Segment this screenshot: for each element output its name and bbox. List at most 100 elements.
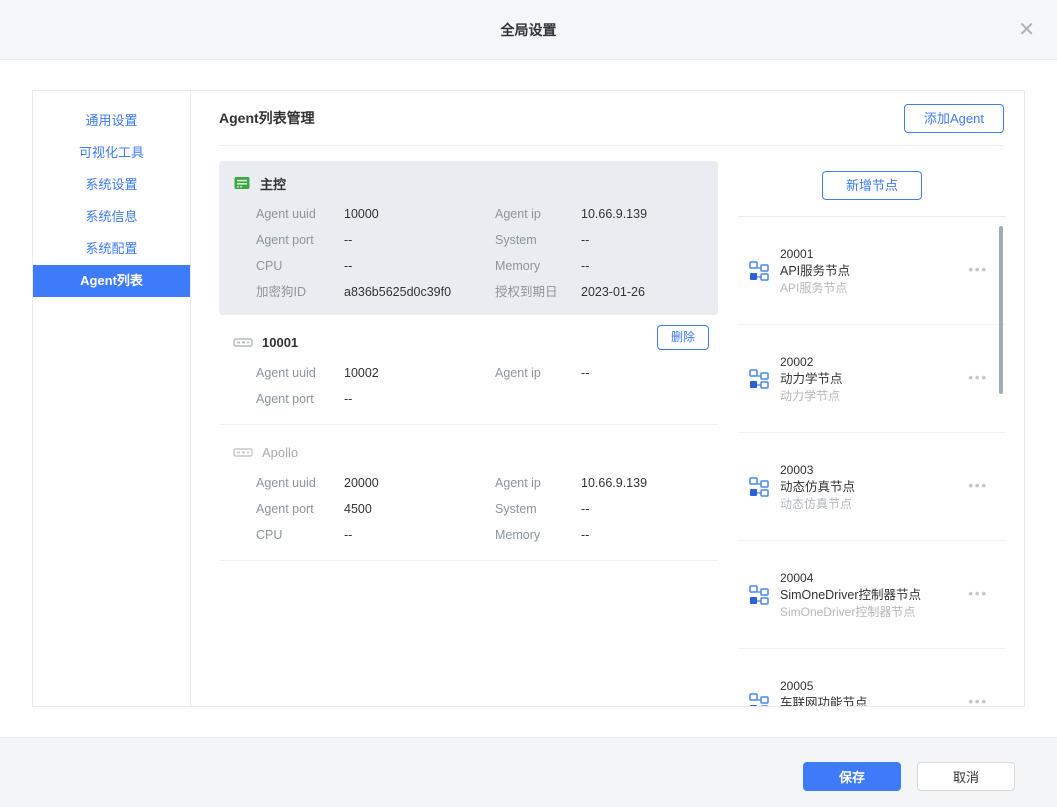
agent-card-title-row: Apollo (233, 442, 718, 462)
field-value: 2023-01-26 (581, 279, 704, 305)
agent-card-master[interactable]: 主控 Agent uuid 10000 Agent ip 10.66.9.139… (219, 161, 718, 315)
more-menu-icon[interactable]: ••• (968, 478, 988, 493)
node-desc: 动态仿真节点 (780, 497, 972, 512)
field-label: System (495, 227, 581, 253)
save-button[interactable]: 保存 (803, 762, 901, 791)
more-menu-icon[interactable]: ••• (968, 586, 988, 601)
agent-icon (233, 333, 253, 351)
field-label: Agent port (256, 496, 344, 522)
node-desc: API服务节点 (780, 281, 972, 296)
sidebar-item-visualization-tools[interactable]: 可视化工具 (33, 137, 190, 169)
agent-icon (233, 443, 253, 461)
field-value: -- (581, 360, 718, 386)
content-header: Agent列表管理 添加Agent (219, 91, 1004, 146)
field-value: -- (581, 227, 704, 253)
sidebar-item-system-config[interactable]: 系统配置 (33, 233, 190, 265)
field-value: -- (581, 522, 718, 548)
close-icon[interactable]: ✕ (1018, 0, 1035, 60)
node-icon (748, 584, 770, 606)
dialog-header: 全局设置 ✕ (0, 0, 1057, 60)
agent-card-title-row: 主控 (233, 173, 704, 193)
field-value: -- (344, 522, 495, 548)
node-desc: 动力学节点 (780, 389, 972, 404)
node-name: 动力学节点 (780, 372, 972, 387)
field-label: Agent port (256, 227, 344, 253)
more-menu-icon[interactable]: ••• (968, 694, 988, 707)
node-id: 20002 (780, 355, 972, 370)
field-label: 授权到期日 (495, 279, 581, 305)
node-panel: 新增节点 (738, 147, 1006, 706)
field-label: 加密狗ID (256, 279, 344, 305)
more-menu-icon[interactable]: ••• (968, 370, 988, 385)
cancel-button[interactable]: 取消 (917, 762, 1015, 791)
agent-name: 10001 (262, 335, 298, 350)
field-label: Agent ip (495, 470, 581, 496)
node-name: SimOneDriver控制器节点 (780, 588, 972, 603)
dialog-title: 全局设置 (0, 0, 1057, 60)
agent-card-title-row: 10001 (233, 332, 718, 352)
node-id: 20001 (780, 247, 972, 262)
node-list-scrollbar[interactable] (999, 226, 1003, 394)
agent-card-10001[interactable]: 10001 删除 Agent uuid 10002 Agent ip -- Ag… (219, 315, 718, 425)
more-menu-icon[interactable]: ••• (968, 262, 988, 277)
field-value: 10.66.9.139 (581, 470, 718, 496)
node-icon (748, 692, 770, 706)
sidebar-item-system-settings[interactable]: 系统设置 (33, 169, 190, 201)
field-value: -- (581, 253, 704, 279)
field-value: 10.66.9.139 (581, 201, 704, 227)
delete-agent-button[interactable]: 删除 (657, 325, 709, 350)
node-name: API服务节点 (780, 264, 972, 279)
field-value: 10002 (344, 360, 495, 386)
node-id: 20004 (780, 571, 972, 586)
node-item-20003[interactable]: 20003 动态仿真节点 动态仿真节点 ••• (738, 433, 1006, 541)
node-icon (748, 476, 770, 498)
field-value: 20000 (344, 470, 495, 496)
content-body: 主控 Agent uuid 10000 Agent ip 10.66.9.139… (191, 147, 1024, 706)
field-label: CPU (256, 522, 344, 548)
sidebar-item-system-info[interactable]: 系统信息 (33, 201, 190, 233)
field-value: -- (581, 496, 718, 522)
agent-card-apollo[interactable]: Apollo Agent uuid 20000 Agent ip 10.66.9… (219, 425, 718, 561)
node-item-20001[interactable]: 20001 API服务节点 API服务节点 ••• (738, 217, 1006, 325)
field-label: Agent ip (495, 360, 581, 386)
node-desc: SimOneDriver控制器节点 (780, 605, 972, 620)
node-list: 20001 API服务节点 API服务节点 ••• (738, 217, 1006, 706)
node-name: 动态仿真节点 (780, 480, 972, 495)
agent-fields: Agent uuid 10000 Agent ip 10.66.9.139 Ag… (256, 201, 704, 305)
sidebar-item-general[interactable]: 通用设置 (33, 105, 190, 137)
field-value: 4500 (344, 496, 495, 522)
node-name: 车联网功能节点 (780, 696, 972, 706)
add-node-button[interactable]: 新增节点 (822, 171, 922, 200)
field-label: CPU (256, 253, 344, 279)
node-icon (748, 260, 770, 282)
page-title: Agent列表管理 (219, 91, 315, 146)
settings-sidebar: 通用设置 可视化工具 系统设置 系统信息 系统配置 Agent列表 (33, 91, 191, 706)
field-label: Agent port (256, 386, 344, 412)
agent-name: Apollo (262, 445, 298, 460)
node-item-20002[interactable]: 20002 动力学节点 动力学节点 ••• (738, 325, 1006, 433)
agent-name: 主控 (260, 174, 286, 193)
settings-panel: 通用设置 可视化工具 系统设置 系统信息 系统配置 Agent列表 Agent列… (32, 90, 1025, 707)
field-value: -- (344, 386, 495, 412)
field-value: -- (344, 253, 495, 279)
agent-fields: Agent uuid 20000 Agent ip 10.66.9.139 Ag… (256, 470, 718, 548)
field-label: Agent uuid (256, 201, 344, 227)
field-value: 10000 (344, 201, 495, 227)
field-label: System (495, 496, 581, 522)
dialog-footer: 保存 取消 (0, 737, 1057, 807)
node-icon (748, 368, 770, 390)
field-value: -- (344, 227, 495, 253)
field-label: Memory (495, 522, 581, 548)
master-agent-icon (233, 174, 251, 192)
global-settings-dialog: 全局设置 ✕ 通用设置 可视化工具 系统设置 系统信息 系统配置 Agent列表… (0, 0, 1057, 807)
field-label: Agent ip (495, 201, 581, 227)
node-item-20004[interactable]: 20004 SimOneDriver控制器节点 SimOneDriver控制器节… (738, 541, 1006, 649)
agent-fields: Agent uuid 10002 Agent ip -- Agent port … (256, 360, 718, 412)
sidebar-item-agent-list[interactable]: Agent列表 (33, 265, 190, 297)
node-item-20005[interactable]: 20005 车联网功能节点 ••• (738, 649, 1006, 706)
field-label: Memory (495, 253, 581, 279)
field-label: Agent uuid (256, 470, 344, 496)
agent-cards-area: 主控 Agent uuid 10000 Agent ip 10.66.9.139… (219, 147, 718, 706)
add-agent-button[interactable]: 添加Agent (904, 104, 1004, 133)
node-id: 20003 (780, 463, 972, 478)
